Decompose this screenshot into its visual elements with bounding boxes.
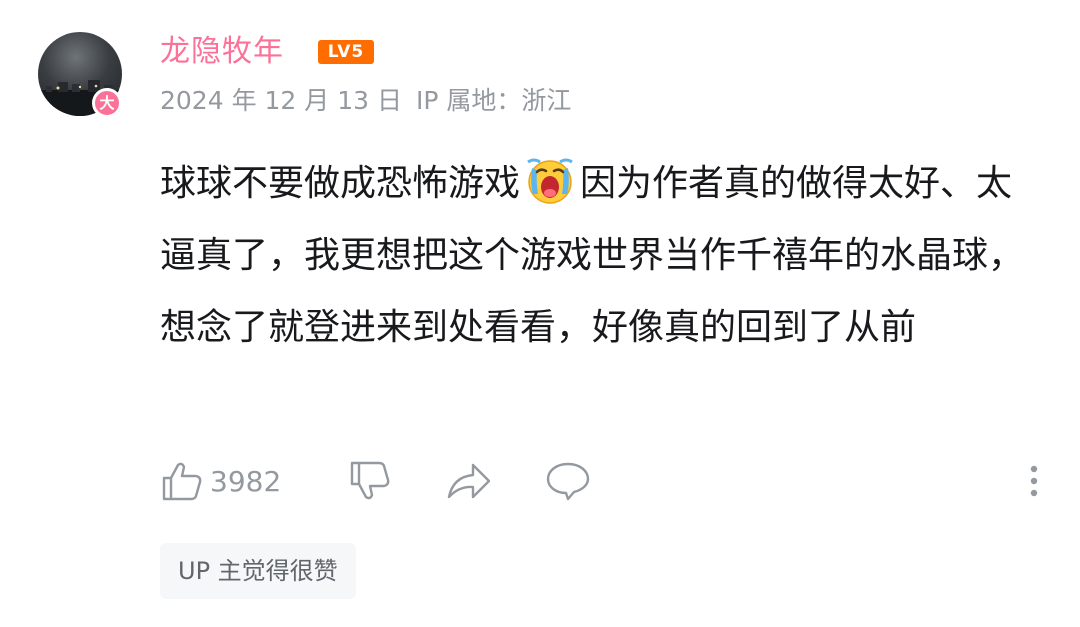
share-icon xyxy=(447,463,491,499)
like-icon xyxy=(162,462,202,501)
dislike-icon xyxy=(350,461,390,500)
comment-text-part1: 球球不要做成恐怖游戏 xyxy=(160,163,521,204)
share-button[interactable] xyxy=(445,455,493,507)
reply-icon xyxy=(546,462,590,501)
more-options-button[interactable] xyxy=(1028,461,1040,501)
ip-location: IP 属地：浙江 xyxy=(415,86,572,115)
crying-face-emoji-icon xyxy=(524,154,576,206)
username[interactable]: 龙隐牧年 xyxy=(160,30,284,74)
more-icon xyxy=(1030,465,1038,497)
up-liked-tag: UP 主觉得很赞 xyxy=(160,543,356,599)
like-count: 3982 xyxy=(210,464,282,498)
like-button[interactable]: 3982 xyxy=(160,455,281,507)
comment-date: 2024 年 12 月 13 日 xyxy=(160,86,402,115)
dislike-button[interactable] xyxy=(348,455,392,507)
level-badge: LV5 xyxy=(318,40,374,64)
comment-meta: 2024 年 12 月 13 日 IP 属地：浙江 xyxy=(160,82,585,120)
comment-text: 球球不要做成恐怖游戏 因为作者真的做得太好、太逼真了，我更想把这个游戏世界当作千… xyxy=(160,148,1030,364)
member-badge: 大 xyxy=(92,88,122,118)
comment-actions: 3982 xyxy=(160,455,1040,507)
reply-button[interactable] xyxy=(544,455,592,507)
